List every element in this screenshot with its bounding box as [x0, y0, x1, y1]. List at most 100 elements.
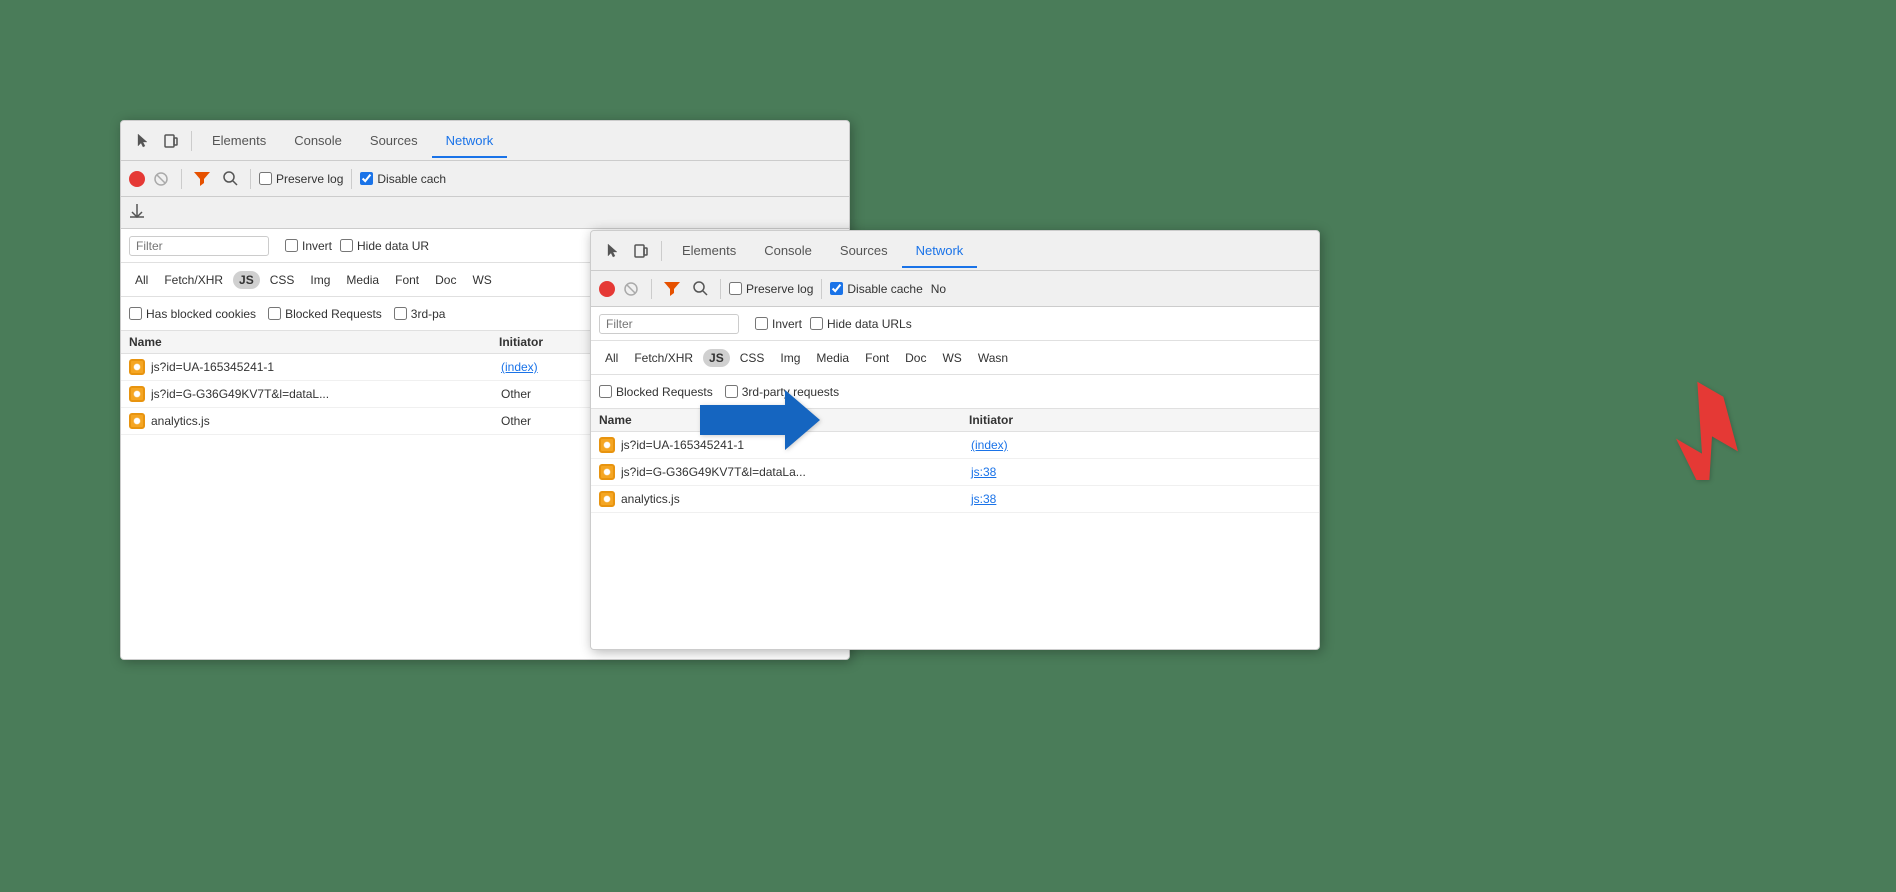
type-media-right[interactable]: Media — [810, 349, 855, 367]
type-ws[interactable]: WS — [466, 271, 497, 289]
filter-input-right[interactable] — [599, 314, 739, 334]
invert-checkbox[interactable] — [285, 239, 298, 252]
cursor-icon-right[interactable] — [599, 237, 627, 265]
type-fetch-xhr[interactable]: Fetch/XHR — [158, 271, 229, 289]
row-name-r3: analytics.js — [621, 492, 971, 506]
tab-console-right[interactable]: Console — [750, 235, 826, 268]
type-img-right[interactable]: Img — [774, 349, 806, 367]
tab-sources[interactable]: Sources — [356, 125, 432, 158]
type-js-right[interactable]: JS — [703, 349, 730, 367]
filter-options-left: Invert Hide data UR — [285, 239, 429, 253]
filter-button-right[interactable] — [660, 277, 684, 301]
preserve-log-checkbox-right[interactable] — [729, 282, 742, 295]
type-js[interactable]: JS — [233, 271, 260, 289]
type-doc[interactable]: Doc — [429, 271, 462, 289]
disable-cache-checkbox-right[interactable] — [830, 282, 843, 295]
preserve-log-checkbox[interactable] — [259, 172, 272, 185]
hide-data-label[interactable]: Hide data UR — [340, 239, 429, 253]
invert-label[interactable]: Invert — [285, 239, 332, 253]
type-font[interactable]: Font — [389, 271, 425, 289]
toolbar-sep-1 — [181, 169, 182, 189]
tab-network-right[interactable]: Network — [902, 235, 978, 268]
row-initiator-r2: js:38 — [971, 465, 1311, 479]
record-button[interactable] — [129, 171, 145, 187]
type-doc-right[interactable]: Doc — [899, 349, 932, 367]
third-party-checkbox[interactable] — [394, 307, 407, 320]
type-css-right[interactable]: CSS — [734, 349, 771, 367]
type-ws-right[interactable]: WS — [936, 349, 967, 367]
hide-data-checkbox[interactable] — [340, 239, 353, 252]
preserve-log-label[interactable]: Preserve log — [259, 172, 343, 186]
js-file-icon — [129, 359, 145, 375]
type-all[interactable]: All — [129, 271, 154, 289]
filter-button[interactable] — [190, 167, 214, 191]
row-name-3: analytics.js — [151, 414, 501, 428]
invert-checkbox-right[interactable] — [755, 317, 768, 330]
disable-cache-label-right[interactable]: Disable cache — [830, 282, 922, 296]
col-initiator-header-right: Initiator — [969, 413, 1311, 427]
device-icon[interactable] — [157, 127, 185, 155]
hide-data-label-right[interactable]: Hide data URLs — [810, 317, 912, 331]
type-img[interactable]: Img — [304, 271, 336, 289]
no-label: No — [931, 282, 946, 296]
record-button-right[interactable] — [599, 281, 615, 297]
clear-button-right[interactable] — [619, 277, 643, 301]
initiator-link-r3[interactable]: js:38 — [971, 492, 996, 506]
table-row[interactable]: js?id=G-G36G49KV7T&l=dataLa... js:38 — [591, 459, 1319, 486]
disable-cache-checkbox[interactable] — [360, 172, 373, 185]
has-blocked-cookies-label[interactable]: Has blocked cookies — [129, 307, 256, 321]
toolbar2-left — [121, 197, 849, 229]
tab-bar-right: Elements Console Sources Network — [591, 231, 1319, 271]
initiator-link-r2[interactable]: js:38 — [971, 465, 996, 479]
col-name-header: Name — [129, 335, 499, 349]
js-file-icon-r3 — [599, 491, 615, 507]
filter-row-right: Invert Hide data URLs — [591, 307, 1319, 341]
device-icon-right[interactable] — [627, 237, 655, 265]
js-file-icon-r1 — [599, 437, 615, 453]
hide-data-checkbox-right[interactable] — [810, 317, 823, 330]
blocked-requests-checkbox-right[interactable] — [599, 385, 612, 398]
blocked-requests-checkbox[interactable] — [268, 307, 281, 320]
toolbar-right: Preserve log Disable cache No — [591, 271, 1319, 307]
clear-button[interactable] — [149, 167, 173, 191]
tab-bar-left: Elements Console Sources Network — [121, 121, 849, 161]
search-button[interactable] — [218, 167, 242, 191]
row-name-r2: js?id=G-G36G49KV7T&l=dataLa... — [621, 465, 971, 479]
type-font-right[interactable]: Font — [859, 349, 895, 367]
toolbar-sep-r2 — [720, 279, 721, 299]
type-fetch-xhr-right[interactable]: Fetch/XHR — [628, 349, 699, 367]
preserve-log-label-right[interactable]: Preserve log — [729, 282, 813, 296]
initiator-link-1[interactable]: (index) — [501, 360, 538, 374]
download-button[interactable] — [129, 202, 145, 223]
type-all-right[interactable]: All — [599, 349, 624, 367]
cursor-icon[interactable] — [129, 127, 157, 155]
type-filter-row-right: All Fetch/XHR JS CSS Img Media Font Doc … — [591, 341, 1319, 375]
red-arrow — [1621, 380, 1741, 483]
third-party-label[interactable]: 3rd-pa — [394, 307, 446, 321]
js-file-icon-2 — [129, 386, 145, 402]
row-initiator-r1: (index) — [971, 438, 1311, 452]
tab-separator — [191, 131, 192, 151]
has-blocked-cookies-checkbox[interactable] — [129, 307, 142, 320]
blue-arrow — [700, 390, 820, 453]
table-row[interactable]: analytics.js js:38 — [591, 486, 1319, 513]
toolbar-sep-r3 — [821, 279, 822, 299]
tab-separator-right — [661, 241, 662, 261]
tab-sources-right[interactable]: Sources — [826, 235, 902, 268]
invert-label-right[interactable]: Invert — [755, 317, 802, 331]
type-media[interactable]: Media — [340, 271, 385, 289]
tab-elements-right[interactable]: Elements — [668, 235, 750, 268]
filter-input-left[interactable] — [129, 236, 269, 256]
row-name-2: js?id=G-G36G49KV7T&l=dataL... — [151, 387, 501, 401]
search-button-right[interactable] — [688, 277, 712, 301]
tab-console[interactable]: Console — [280, 125, 356, 158]
row-name-1: js?id=UA-165345241-1 — [151, 360, 501, 374]
type-wasn-right[interactable]: Wasn — [972, 349, 1014, 367]
blocked-requests-label-right[interactable]: Blocked Requests — [599, 385, 713, 399]
disable-cache-label[interactable]: Disable cach — [360, 172, 446, 186]
type-css[interactable]: CSS — [264, 271, 301, 289]
tab-elements[interactable]: Elements — [198, 125, 280, 158]
tab-network[interactable]: Network — [432, 125, 508, 158]
blocked-requests-label[interactable]: Blocked Requests — [268, 307, 382, 321]
initiator-link-r1[interactable]: (index) — [971, 438, 1008, 452]
